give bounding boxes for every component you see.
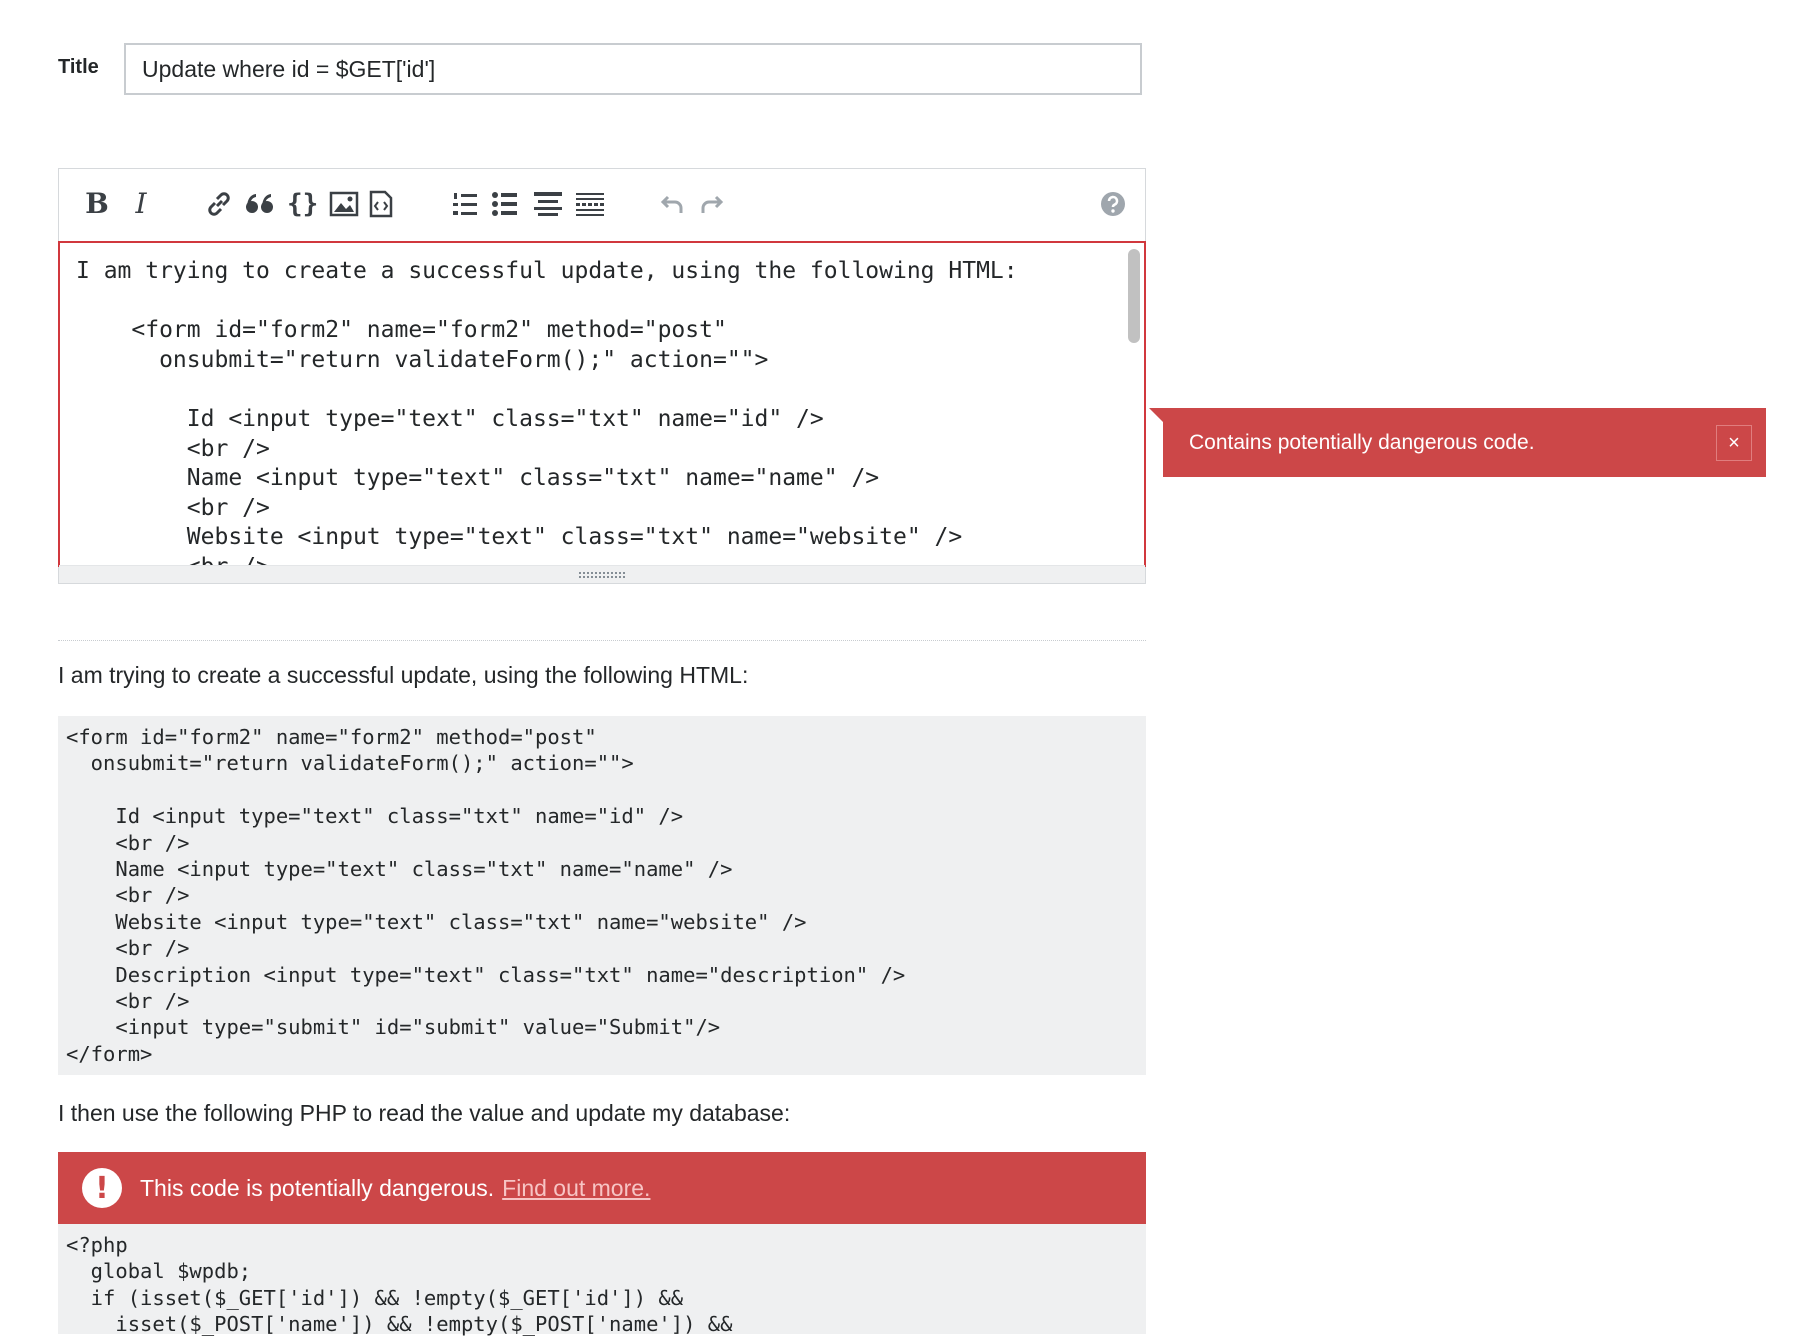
code-icon[interactable]: {} bbox=[287, 187, 318, 221]
popup-message: Contains potentially dangerous code. bbox=[1189, 430, 1535, 454]
blockquote-icon[interactable] bbox=[245, 187, 275, 221]
ordered-list-icon[interactable] bbox=[451, 187, 479, 221]
editor-toolbar: B I {} bbox=[59, 169, 1145, 241]
help-icon[interactable] bbox=[1099, 187, 1127, 221]
image-icon[interactable] bbox=[329, 187, 359, 221]
bold-icon[interactable]: B bbox=[83, 187, 111, 221]
editor-scrollbar[interactable] bbox=[1128, 247, 1140, 559]
html-code: <form id="form2" name="form2" method="po… bbox=[66, 725, 906, 1066]
heading-icon[interactable] bbox=[533, 187, 563, 221]
preview-paragraph-2: I then use the following PHP to read the… bbox=[58, 1100, 791, 1126]
exclamation-icon: ! bbox=[82, 1168, 122, 1208]
scrollbar-thumb[interactable] bbox=[1128, 249, 1140, 343]
preview-html-code-block: <form id="form2" name="form2" method="po… bbox=[58, 716, 1146, 1075]
editor-textarea[interactable]: I am trying to create a successful updat… bbox=[58, 241, 1146, 567]
warning-text: This code is potentially dangerous. bbox=[140, 1174, 495, 1201]
error-popup: Contains potentially dangerous code. × bbox=[1149, 408, 1766, 477]
editor-text: I am trying to create a successful updat… bbox=[76, 258, 1018, 567]
redo-icon[interactable] bbox=[697, 187, 725, 221]
title-input[interactable] bbox=[124, 43, 1142, 95]
preview-paragraph-1: I am trying to create a successful updat… bbox=[58, 662, 749, 688]
markdown-editor: B I {} I am trying to create a successfu… bbox=[58, 168, 1146, 584]
resize-grip[interactable] bbox=[59, 565, 1145, 583]
find-out-more-link[interactable]: Find out more. bbox=[502, 1175, 650, 1202]
preview-divider bbox=[58, 640, 1146, 641]
bulleted-list-icon[interactable] bbox=[491, 187, 519, 221]
preview-php-code-block: <?php global $wpdb; if (isset($_GET['id'… bbox=[58, 1224, 1146, 1336]
italic-icon[interactable]: I bbox=[127, 187, 155, 221]
php-code: <?php global $wpdb; if (isset($_GET['id'… bbox=[66, 1233, 733, 1337]
undo-icon[interactable] bbox=[659, 187, 687, 221]
popup-arrow bbox=[1149, 408, 1163, 422]
link-icon[interactable] bbox=[205, 187, 233, 221]
snippet-icon[interactable] bbox=[367, 187, 395, 221]
horizontal-rule-icon[interactable] bbox=[575, 187, 605, 221]
grip-dots bbox=[579, 571, 625, 578]
title-label: Title bbox=[58, 56, 99, 78]
danger-warning-banner: ! This code is potentially dangerous. Fi… bbox=[58, 1152, 1146, 1224]
close-icon[interactable]: × bbox=[1716, 425, 1752, 461]
